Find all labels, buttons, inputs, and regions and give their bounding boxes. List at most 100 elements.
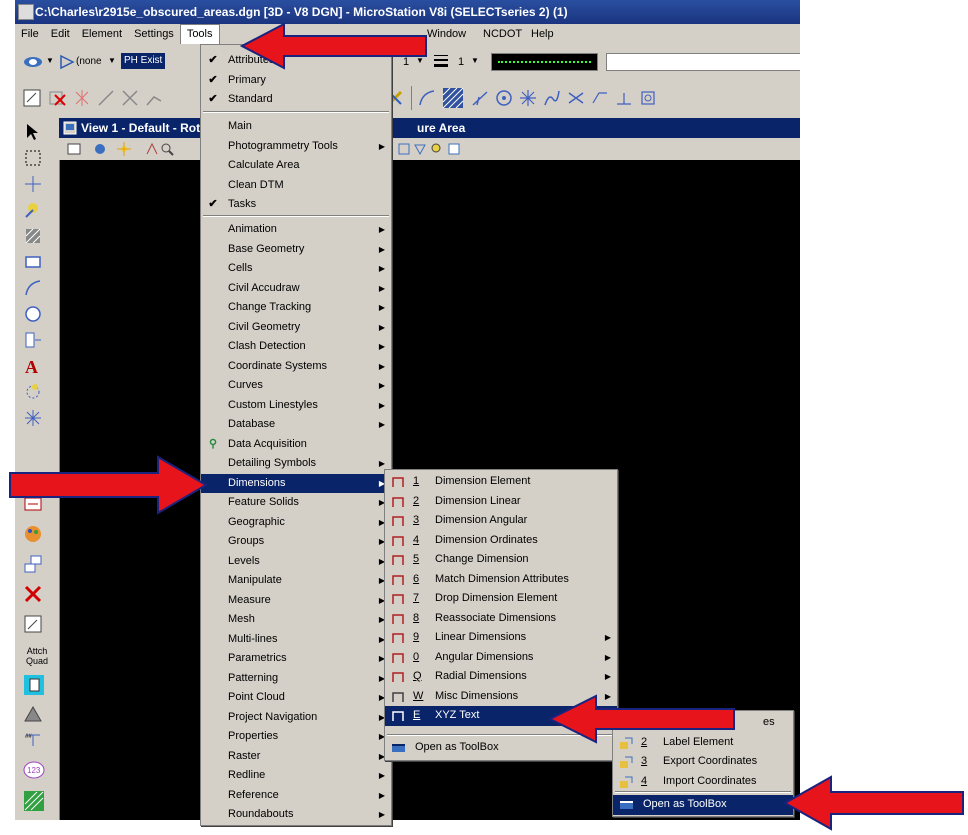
- menu-item-civil-accudraw[interactable]: Civil Accudraw ▶: [201, 279, 391, 299]
- fence-tool-icon[interactable]: [23, 148, 47, 170]
- menu-element[interactable]: Element: [76, 24, 128, 44]
- circle-tool-icon[interactable]: [23, 304, 47, 326]
- menu-item-measure[interactable]: Measure ▶: [201, 591, 391, 611]
- fence-icon[interactable]: [639, 89, 657, 107]
- menu-item-patterning[interactable]: Patterning ▶: [201, 669, 391, 689]
- chevron-down-icon[interactable]: ▼: [46, 56, 54, 65]
- menu-item-cells[interactable]: Cells ▶: [201, 259, 391, 279]
- corner-icon[interactable]: [145, 89, 163, 107]
- manipulate-icon[interactable]: [23, 200, 47, 222]
- label-123-icon[interactable]: 123: [23, 760, 47, 782]
- view-rotate-icon[interactable]: [397, 142, 411, 156]
- menu-item-geographic[interactable]: Geographic ▶: [201, 513, 391, 533]
- dimension-icon[interactable]: [23, 382, 47, 404]
- move-icon[interactable]: [23, 554, 47, 576]
- menu-item-dimension-element[interactable]: 1 Dimension Element: [385, 472, 617, 492]
- menu-item-dimension-linear[interactable]: 2 Dimension Linear: [385, 492, 617, 512]
- menu-item-multi-lines[interactable]: Multi-lines ▶: [201, 630, 391, 650]
- menu-item-point-cloud[interactable]: Point Cloud ▶: [201, 688, 391, 708]
- circle-icon[interactable]: [495, 89, 513, 107]
- menu-item-import-coordinates[interactable]: 4 Import Coordinates: [613, 772, 793, 792]
- menu-item-custom-linestyles[interactable]: Custom Linestyles ▶: [201, 396, 391, 416]
- menu-item-animation[interactable]: Animation ▶: [201, 220, 391, 240]
- text-icon[interactable]: A: [23, 356, 47, 378]
- menu-item-detailing-symbols[interactable]: Detailing Symbols ▶: [201, 454, 391, 474]
- menu-item-roundabouts[interactable]: Roundabouts ▶: [201, 805, 391, 825]
- arc-icon[interactable]: [418, 89, 436, 107]
- print-icon[interactable]: [145, 142, 159, 156]
- snap-tool-icon[interactable]: [23, 408, 47, 430]
- hatch-tool-icon[interactable]: [23, 226, 47, 248]
- scatter-icon[interactable]: [73, 89, 91, 107]
- menu-item-angular-dimensions[interactable]: 0 Angular Dimensions ▶: [385, 648, 617, 668]
- profile-icon[interactable]: ##: [23, 730, 47, 752]
- menu-item-reference[interactable]: Reference ▶: [201, 786, 391, 806]
- cross-icon[interactable]: [121, 89, 139, 107]
- chevron-down-icon[interactable]: ▼: [108, 56, 116, 65]
- text-style-combo[interactable]: PH Exist: [121, 53, 166, 69]
- menu-item-main[interactable]: Main: [201, 117, 391, 137]
- copy-view-icon[interactable]: [447, 142, 461, 156]
- raster-icon[interactable]: [23, 790, 47, 812]
- menu-item-change-dimension[interactable]: 5 Change Dimension: [385, 550, 617, 570]
- menu-item-civil-geometry[interactable]: Civil Geometry ▶: [201, 318, 391, 338]
- fit-view-icon[interactable]: [23, 89, 41, 107]
- menu-item-mesh[interactable]: Mesh ▶: [201, 610, 391, 630]
- menu-item-parametrics[interactable]: Parametrics ▶: [201, 649, 391, 669]
- level-combo[interactable]: (none: [76, 56, 102, 67]
- menu-item-dimension-angular[interactable]: 3 Dimension Angular: [385, 511, 617, 531]
- menu-item-dimensions[interactable]: Dimensions ▶: [201, 473, 391, 493]
- intersect-icon[interactable]: [567, 89, 585, 107]
- menu-item-tasks[interactable]: ✔ Tasks: [201, 195, 391, 215]
- spline-icon[interactable]: [543, 89, 561, 107]
- menu-item-levels[interactable]: Levels ▶: [201, 552, 391, 572]
- display-style-icon[interactable]: [93, 142, 107, 156]
- menu-tools[interactable]: Tools: [179, 24, 220, 44]
- menu-item-curves[interactable]: Curves ▶: [201, 376, 391, 396]
- menu-item-manipulate[interactable]: Manipulate ▶: [201, 571, 391, 591]
- menu-item-database[interactable]: Database ▶: [201, 415, 391, 435]
- chevron-down-icon[interactable]: ▼: [471, 56, 479, 65]
- menu-item-dimension-ordinates[interactable]: 4 Dimension Ordinates: [385, 531, 617, 551]
- menu-settings[interactable]: Settings: [128, 24, 180, 44]
- view-attributes-icon[interactable]: [67, 142, 81, 156]
- line-style-preview[interactable]: [491, 53, 598, 71]
- cell-icon[interactable]: [23, 330, 47, 352]
- zoom-icon[interactable]: [160, 142, 174, 156]
- rectangle-icon[interactable]: [23, 252, 47, 274]
- chamfer-icon[interactable]: [591, 89, 609, 107]
- palette-icon[interactable]: [23, 524, 47, 546]
- menu-ncdot[interactable]: NCDOT: [477, 24, 528, 44]
- menu-item-calculate-area[interactable]: Calculate Area: [201, 156, 391, 176]
- menu-item-primary[interactable]: ✔ Primary: [201, 71, 391, 91]
- menu-item-groups[interactable]: Groups ▶: [201, 532, 391, 552]
- level-display-icon[interactable]: [23, 54, 43, 70]
- hatch-icon[interactable]: [442, 87, 464, 109]
- menu-item-project-navigation[interactable]: Project Navigation ▶: [201, 708, 391, 728]
- menu-edit[interactable]: Edit: [45, 24, 76, 44]
- menu-item-change-tracking[interactable]: Change Tracking ▶: [201, 298, 391, 318]
- menu-item-clash-detection[interactable]: Clash Detection ▶: [201, 337, 391, 357]
- line-icon[interactable]: [97, 89, 115, 107]
- menu-item-photogrammetry-tools[interactable]: Photogrammetry Tools ▶: [201, 137, 391, 157]
- menu-item-raster[interactable]: Raster ▶: [201, 747, 391, 767]
- menu-item-base-geometry[interactable]: Base Geometry ▶: [201, 240, 391, 260]
- menu-item-clean-dtm[interactable]: Clean DTM: [201, 176, 391, 196]
- text-field[interactable]: [606, 53, 800, 71]
- clip-volume-icon[interactable]: [413, 142, 427, 156]
- menu-item-drop-dimension-element[interactable]: 7 Drop Dimension Element: [385, 589, 617, 609]
- menu-item-radial-dimensions[interactable]: Q Radial Dimensions ▶: [385, 667, 617, 687]
- fit-icon[interactable]: [23, 614, 47, 636]
- accudraw-icon[interactable]: [23, 174, 47, 196]
- menu-item-linear-dimensions[interactable]: 9 Linear Dimensions ▶: [385, 628, 617, 648]
- style-combo[interactable]: 1: [458, 56, 464, 68]
- menu-item-match-dimension-attributes[interactable]: 6 Match Dimension Attributes: [385, 570, 617, 590]
- menu-item-export-coordinates[interactable]: 3 Export Coordinates: [613, 752, 793, 772]
- delete-element-icon[interactable]: [49, 89, 67, 107]
- menu-item-reassociate-dimensions[interactable]: 8 Reassociate Dimensions: [385, 609, 617, 629]
- menu-item-feature-solids[interactable]: Feature Solids ▶: [201, 493, 391, 513]
- xyz-open-as-toolbox[interactable]: Open as ToolBox: [613, 795, 793, 815]
- menu-item-data-acquisition[interactable]: ⚲ Data Acquisition: [201, 435, 391, 455]
- curve-icon[interactable]: [471, 89, 489, 107]
- menu-item-redline[interactable]: Redline ▶: [201, 766, 391, 786]
